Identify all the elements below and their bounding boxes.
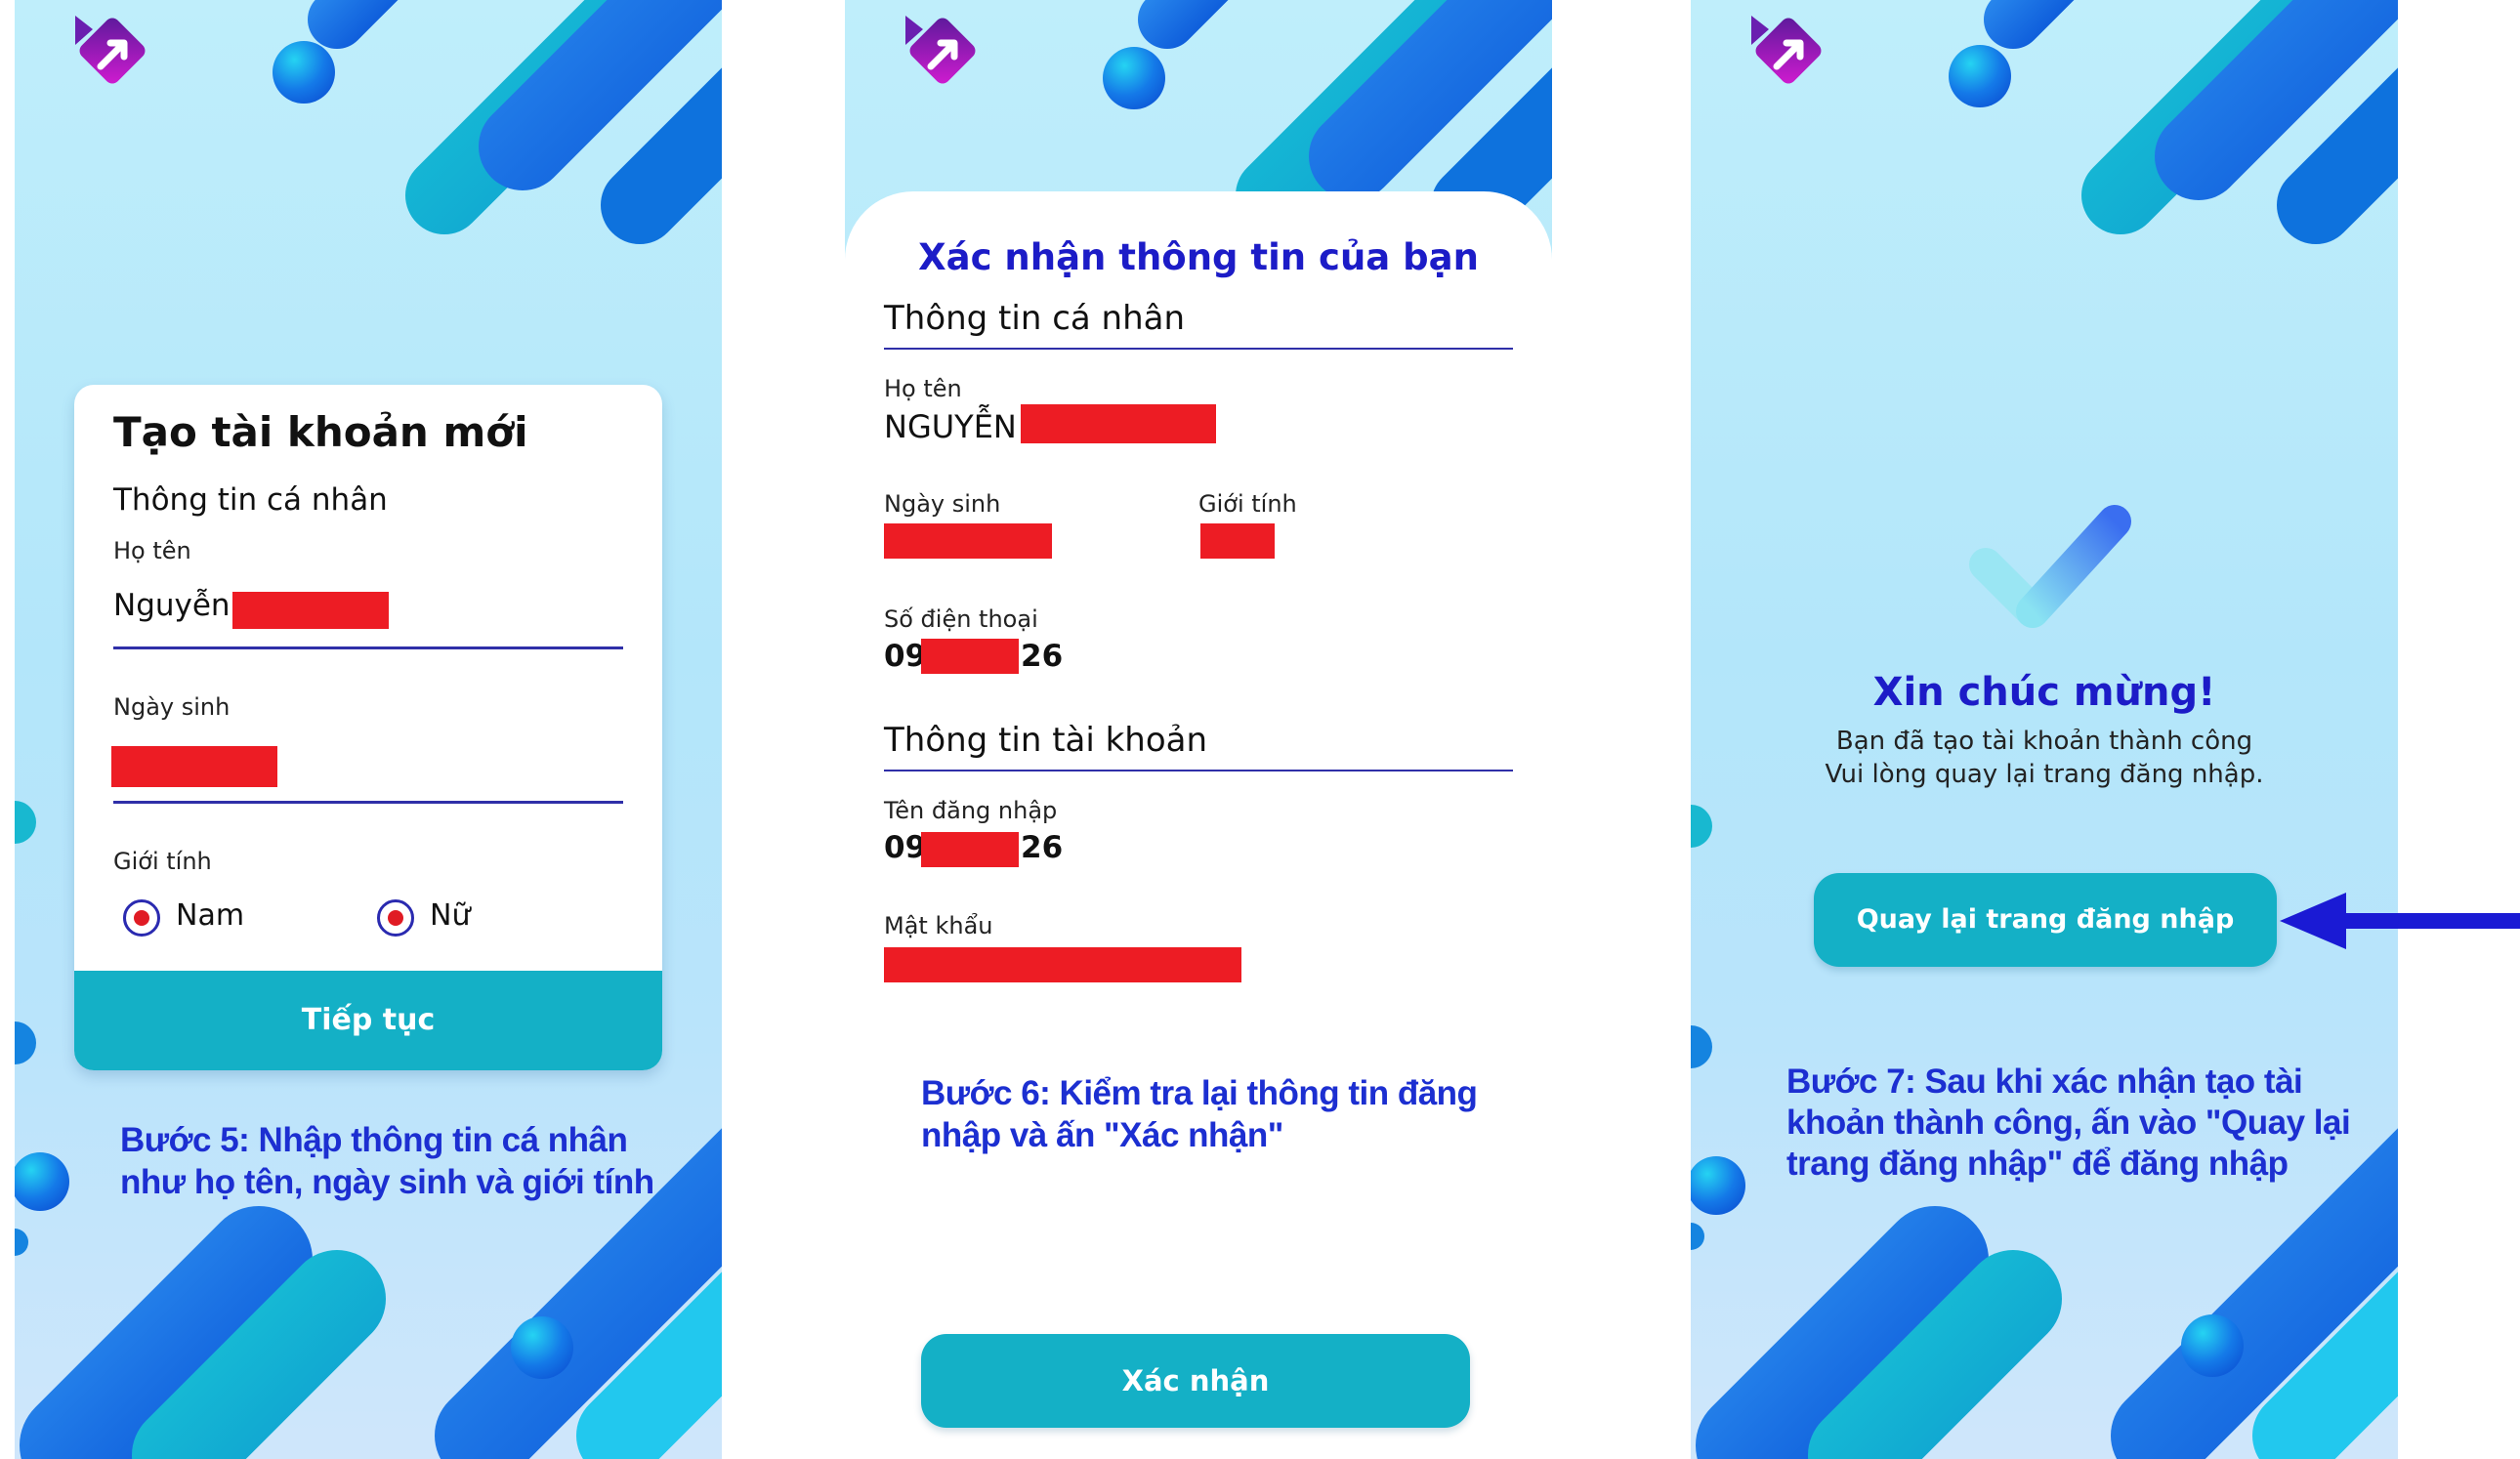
phone-prefix: 09	[884, 639, 927, 674]
continue-button[interactable]: Tiếp tục	[74, 971, 662, 1070]
gender-female-label[interactable]: Nữ	[430, 898, 470, 933]
redaction-block	[921, 832, 1019, 867]
redaction-block	[1200, 523, 1275, 559]
step-5-caption-line1: Bước 5: Nhập thông tin cá nhân	[120, 1121, 628, 1159]
app-logo-icon	[905, 16, 976, 84]
redaction-block	[921, 639, 1019, 674]
name-label: Họ tên	[884, 375, 962, 402]
dob-label: Ngày sinh	[884, 490, 1001, 518]
success-message-line2: Vui lòng quay lại trang đăng nhập.	[1825, 760, 2264, 789]
congrats-title: Xin chúc mừng!	[1872, 670, 2216, 715]
success-message-line1: Bạn đã tạo tài khoản thành công	[1835, 727, 2253, 756]
redaction-block	[232, 592, 389, 629]
name-label: Họ tên	[113, 537, 191, 564]
account-section-title: Thông tin tài khoản	[884, 721, 1208, 760]
create-account-card: Tạo tài khoản mới Thông tin cá nhân Họ t…	[74, 385, 662, 1070]
gender-male-label[interactable]: Nam	[176, 898, 244, 933]
step-7-caption-line1: Bước 7: Sau khi xác nhận tạo tài	[1786, 1063, 2303, 1101]
name-value: NGUYỄN	[884, 408, 1017, 445]
sheet-title: Xác nhận thông tin của bạn	[918, 236, 1479, 278]
step-6-caption-line1: Bước 6: Kiểm tra lại thông tin đăng	[921, 1074, 1478, 1112]
section-title: Thông tin cá nhân	[113, 482, 388, 518]
section-divider	[884, 770, 1513, 771]
username-label: Tên đăng nhập	[884, 797, 1058, 824]
dob-field-redacted[interactable]	[111, 746, 277, 787]
phone-suffix: 26	[1021, 639, 1064, 674]
username-suffix: 26	[1021, 830, 1064, 865]
dob-label: Ngày sinh	[113, 693, 231, 721]
redaction-block	[884, 523, 1052, 559]
card-title: Tạo tài khoản mới	[113, 408, 528, 456]
phone-label: Số điện thoại	[884, 605, 1038, 633]
checkmark-icon	[1969, 505, 2131, 628]
name-field-value[interactable]: Nguyễn	[113, 588, 231, 623]
redaction-block	[884, 947, 1241, 982]
back-to-login-button[interactable]: Quay lại trang đăng nhập	[1814, 873, 2277, 967]
name-field-underline	[113, 646, 623, 649]
screen-success: Xin chúc mừng! Bạn đã tạo tài khoản thàn…	[1691, 0, 2398, 1459]
app-logo-icon	[75, 16, 146, 84]
screen-confirm-info: Xác nhận thông tin của bạn Thông tin cá …	[845, 0, 1552, 1459]
confirm-button[interactable]: Xác nhận	[921, 1334, 1470, 1428]
step-7-caption-line2: khoản thành công, ấn vào "Quay lại	[1786, 1104, 2351, 1142]
step-6-caption-line2: nhập và ấn "Xác nhận"	[921, 1116, 1283, 1154]
step-5-caption-line2: như họ tên, ngày sinh và giới tính	[120, 1163, 654, 1201]
dob-field-underline	[113, 801, 623, 804]
section-divider	[884, 348, 1513, 350]
gender-label: Giới tính	[113, 848, 212, 875]
username-prefix: 09	[884, 830, 927, 865]
gender-male-radio[interactable]	[123, 899, 160, 937]
password-label: Mật khẩu	[884, 912, 993, 939]
gender-female-radio[interactable]	[377, 899, 414, 937]
arrow-left-icon	[2280, 893, 2520, 949]
step-7-caption-line3: trang đăng nhập" để đăng nhập	[1786, 1145, 2289, 1183]
personal-section-title: Thông tin cá nhân	[884, 299, 1186, 338]
screen-create-account: Tạo tài khoản mới Thông tin cá nhân Họ t…	[15, 0, 722, 1459]
gender-label: Giới tính	[1198, 490, 1297, 518]
app-logo-icon	[1751, 16, 1822, 84]
redaction-block	[1021, 404, 1216, 443]
